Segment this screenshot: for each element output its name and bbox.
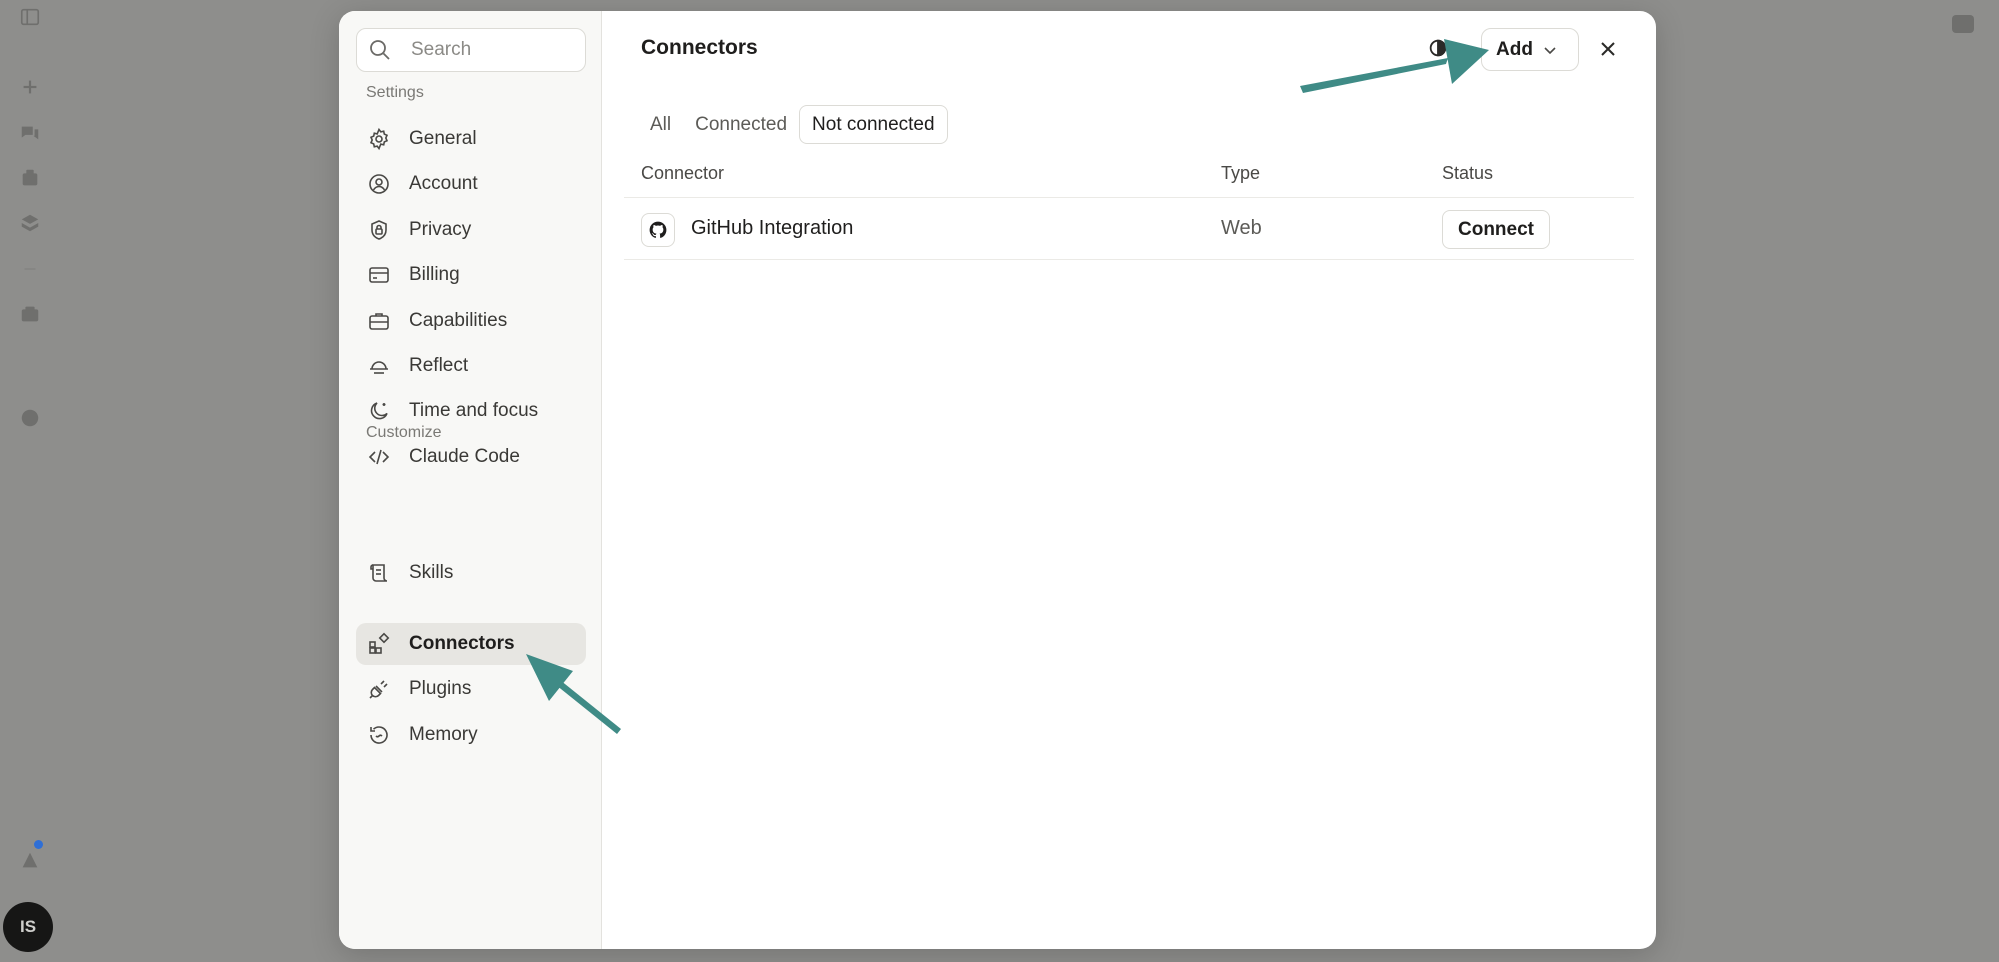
sidebar-item-billing[interactable]: Billing — [356, 254, 586, 296]
sidebar-item-account[interactable]: Account — [356, 163, 586, 205]
search-box[interactable] — [356, 28, 586, 72]
sidebar-toggle-icon — [19, 6, 41, 28]
search-input[interactable] — [409, 38, 573, 62]
tab-all[interactable]: All — [641, 106, 683, 143]
sidebar-item-label: Skills — [409, 562, 454, 583]
sidebar-item-label: Memory — [409, 724, 478, 745]
sidebar-item-label: Reflect — [409, 355, 469, 376]
code-folder-icon — [19, 303, 41, 325]
column-header-connector: Connector — [641, 163, 725, 183]
column-header-status: Status — [1442, 163, 1494, 183]
sidebar-item-label: Plugins — [409, 678, 472, 699]
extensions-icon — [19, 407, 41, 429]
sidebar-item-label: Capabilities — [409, 310, 508, 331]
sidebar-item-label: Claude Code — [409, 446, 520, 467]
sidebar-item-label: General — [409, 128, 477, 149]
sidebar-item-label: Time and focus — [409, 400, 539, 421]
customize-section-label: Customize — [366, 424, 442, 441]
connectors-panel: Connectors Add All Connected Not connect… — [602, 11, 1656, 949]
tab-not-connected[interactable]: Not connected — [799, 105, 948, 144]
projects-icon — [19, 167, 41, 189]
sidebar-item-skills[interactable]: Skills — [356, 552, 586, 594]
settings-sidebar: Settings General Account Privacy Billing — [339, 11, 602, 949]
reflect-icon — [367, 354, 391, 378]
sidebar-item-general[interactable]: General — [356, 118, 586, 160]
sidebar-item-connectors[interactable]: Connectors — [356, 623, 586, 665]
shield-lock-icon — [367, 218, 391, 242]
sidebar-item-privacy[interactable]: Privacy — [356, 209, 586, 251]
chevron-down-icon — [1542, 42, 1558, 58]
github-icon — [641, 213, 675, 247]
code-icon — [367, 445, 391, 469]
connector-type: Web — [1221, 217, 1262, 239]
add-button[interactable]: Add — [1481, 28, 1579, 71]
chats-icon — [19, 122, 41, 144]
tab-connected[interactable]: Connected — [683, 106, 799, 143]
artifacts-icon — [19, 212, 41, 234]
sidebar-item-reflect[interactable]: Reflect — [356, 345, 586, 387]
moon-icon — [367, 399, 391, 423]
gear-icon — [367, 127, 391, 151]
sidebar-item-plugins[interactable]: Plugins — [356, 668, 586, 710]
sidebar-item-label: Connectors — [409, 633, 515, 654]
memory-icon — [367, 723, 391, 747]
briefcase-icon — [367, 309, 391, 333]
half-circle-icon[interactable] — [1427, 37, 1449, 59]
connector-name: GitHub Integration — [691, 217, 854, 239]
sidebar-item-claude-code[interactable]: Claude Code — [356, 436, 586, 478]
notification-dot — [34, 840, 43, 849]
sidebar-item-label: Billing — [409, 264, 460, 285]
search-icon — [368, 38, 392, 62]
user-circle-icon — [367, 172, 391, 196]
add-button-label: Add — [1496, 38, 1533, 60]
avatar: IS — [3, 902, 53, 952]
filter-tabs: All Connected Not connected — [641, 105, 948, 144]
divider-icon — [19, 258, 41, 280]
plug-icon — [367, 677, 391, 701]
settings-section-label: Settings — [366, 84, 424, 101]
connect-button[interactable]: Connect — [1442, 210, 1550, 249]
connectors-icon — [367, 632, 391, 656]
window-icon — [1950, 12, 1976, 36]
close-icon[interactable] — [1597, 38, 1619, 60]
table-row: GitHub Integration Web Connect — [624, 198, 1634, 259]
sidebar-item-capabilities[interactable]: Capabilities — [356, 300, 586, 342]
credit-card-icon — [367, 263, 391, 287]
sidebar-item-memory[interactable]: Memory — [356, 714, 586, 756]
sidebar-item-label: Account — [409, 173, 478, 194]
page-title: Connectors — [641, 36, 758, 59]
new-chat-icon — [19, 76, 41, 98]
settings-modal: Settings General Account Privacy Billing — [339, 11, 1656, 949]
downloads-icon — [19, 850, 41, 872]
column-header-type: Type — [1221, 163, 1261, 183]
sidebar-item-label: Privacy — [409, 219, 472, 240]
table-divider — [624, 259, 1634, 260]
app-rail: IS — [0, 0, 60, 962]
scroll-icon — [367, 561, 391, 585]
